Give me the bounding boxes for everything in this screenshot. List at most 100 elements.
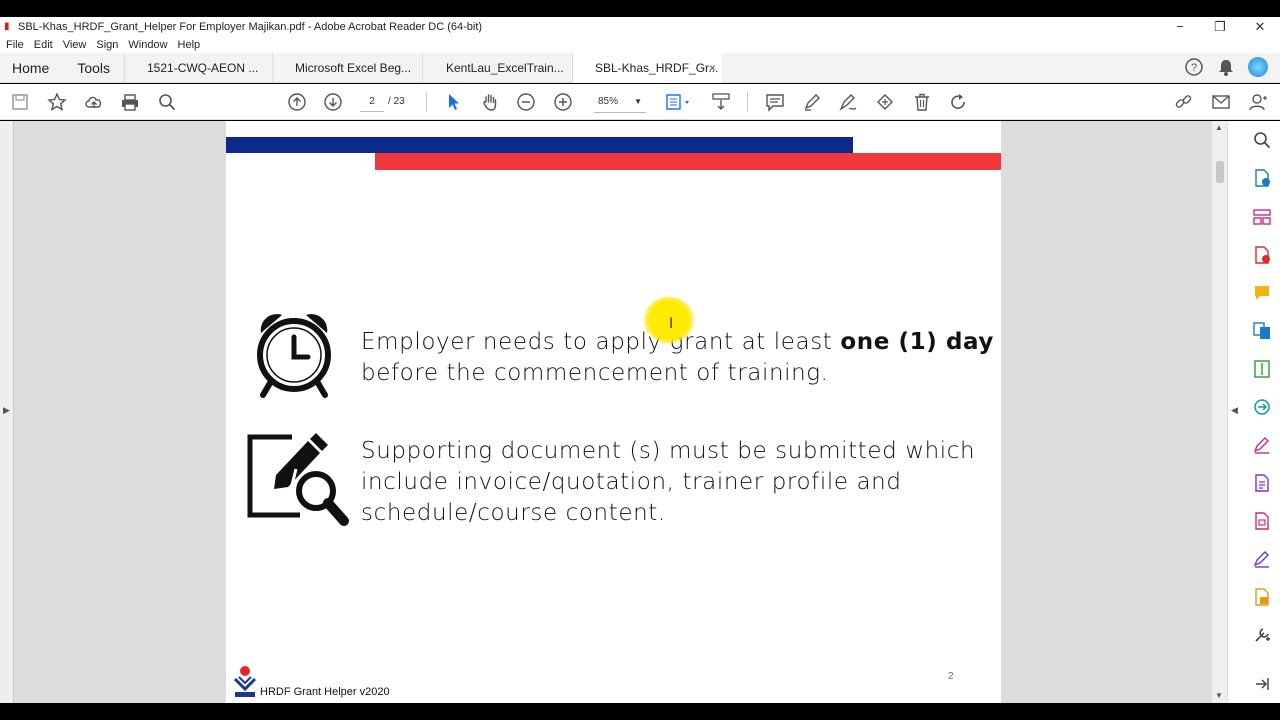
item2-line1: Supporting document (s) must be submitte… <box>361 438 976 464</box>
window-title: SBL-Khas_HRDF_Grant_Helper For Employer … <box>18 20 483 33</box>
previous-page-icon[interactable] <box>287 92 307 112</box>
tab-doc-2[interactable]: Microsoft Excel Beg... <box>272 53 422 83</box>
highlight-pen-icon[interactable] <box>802 92 822 112</box>
help-icon[interactable]: ? <box>1184 57 1204 77</box>
scroll-up-icon[interactable]: ▲ <box>1215 123 1223 132</box>
fit-page-icon[interactable] <box>665 92 693 112</box>
zoom-tool-icon[interactable] <box>1252 130 1272 150</box>
sign-tool-icon[interactable] <box>1252 549 1272 569</box>
notification-bell-icon[interactable] <box>1216 57 1236 77</box>
upload-cloud-icon[interactable] <box>84 92 104 112</box>
page-number-input[interactable]: 2 <box>360 92 384 112</box>
title-bar: ▮ SBL-Khas_HRDF_Grant_Helper For Employe… <box>0 17 1280 36</box>
left-navigation-strip: ▶ <box>0 121 14 703</box>
tab-doc-4-active[interactable]: SBL-Khas_HRDF_Gr... × <box>572 53 722 83</box>
search-icon[interactable] <box>157 92 177 112</box>
page-total: / 23 <box>388 96 405 107</box>
pdf-page: Employer needs to apply grant at least o… <box>226 121 1001 703</box>
item2-line2: include invoice/quotation, trainer profi… <box>361 469 902 495</box>
comment-icon[interactable] <box>765 92 785 112</box>
collapse-panel-icon[interactable] <box>1252 674 1272 694</box>
protect-pdf-icon[interactable] <box>1252 587 1272 607</box>
sign-pen-icon[interactable] <box>838 92 858 112</box>
restore-button[interactable]: ❐ <box>1200 17 1240 36</box>
minimize-button[interactable]: − <box>1160 17 1200 36</box>
scroll-thumb[interactable] <box>1216 161 1224 183</box>
window-controls: − ❐ ✕ <box>1160 17 1280 36</box>
text-cursor-icon: I <box>669 316 674 332</box>
hand-tool-icon[interactable] <box>480 92 500 112</box>
tab-home[interactable]: Home <box>0 53 61 83</box>
item1-line2: before the commencement of training. <box>361 360 829 386</box>
tab-doc-3[interactable]: KentLau_ExcelTrain... <box>422 53 572 83</box>
zoom-in-icon[interactable] <box>553 92 573 112</box>
compare-files-icon[interactable] <box>1252 397 1272 417</box>
form-icon[interactable] <box>1252 511 1272 531</box>
vertical-scrollbar[interactable]: ▲ ▼ <box>1212 121 1227 703</box>
tab-bar: Home Tools 1521-CWQ-AEON ... Microsoft E… <box>0 53 1280 83</box>
tab-tools[interactable]: Tools <box>65 53 122 83</box>
account-avatar[interactable] <box>1248 57 1268 77</box>
item1-bold: one (1) day <box>840 329 995 355</box>
header-red-bar <box>375 153 1001 170</box>
toolbar: 2 / 23 85% ▼ <box>0 84 1280 120</box>
toolbar-divider-2 <box>747 92 748 112</box>
organize-pages-icon[interactable] <box>1252 207 1272 227</box>
page-number-label: 2 <box>948 671 954 682</box>
share-link-icon[interactable] <box>1174 92 1194 112</box>
compress-pdf-icon[interactable] <box>1252 359 1272 379</box>
select-cursor-icon[interactable] <box>443 92 463 112</box>
tab-doc-2-label: Microsoft Excel Beg... <box>295 61 412 75</box>
zoom-level-select[interactable]: 85% ▼ <box>594 92 646 113</box>
fill-sign-icon[interactable] <box>1252 435 1272 455</box>
menu-window[interactable]: Window <box>128 39 167 51</box>
zoom-value: 85% <box>598 96 619 107</box>
bookmark-star-icon[interactable] <box>47 92 67 112</box>
add-user-icon[interactable] <box>1248 92 1268 112</box>
document-viewport[interactable]: ▶ Employer needs to apply grant at least… <box>0 121 1280 703</box>
document-search-pen-icon <box>247 433 349 526</box>
delete-icon[interactable] <box>912 92 932 112</box>
header-blue-bar <box>226 137 853 153</box>
scroll-down-icon[interactable]: ▼ <box>1215 691 1223 700</box>
close-window-button[interactable]: ✕ <box>1240 17 1280 36</box>
screen-bottom-border <box>0 703 1280 720</box>
pdf-icon: ▮ <box>4 20 10 32</box>
export-pdf-icon[interactable] <box>1252 168 1272 188</box>
tab-close-icon[interactable]: × <box>709 53 716 83</box>
svg-text:?: ? <box>1191 62 1197 74</box>
comment-tool-icon[interactable] <box>1252 283 1272 303</box>
collapse-right-panel-icon[interactable]: ◀ <box>1231 405 1238 416</box>
tools-right-panel: ◀ <box>1227 121 1280 703</box>
menu-file[interactable]: File <box>6 39 24 51</box>
toolbar-divider <box>426 92 427 112</box>
create-pdf-icon[interactable] <box>1252 245 1272 265</box>
hrdf-logo-icon <box>234 666 256 697</box>
menu-bar: File Edit View Sign Window Help <box>0 36 1280 53</box>
tab-doc-4-label: SBL-Khas_HRDF_Gr... <box>595 61 719 75</box>
email-icon[interactable] <box>1211 92 1231 112</box>
scroll-mode-icon[interactable] <box>711 92 731 112</box>
expand-left-panel-icon[interactable]: ▶ <box>3 405 10 416</box>
screen-top-border <box>0 0 1280 17</box>
item1-text-a: Employer needs to apply grant at least <box>361 329 841 355</box>
menu-view[interactable]: View <box>63 39 87 51</box>
next-page-icon[interactable] <box>323 92 343 112</box>
menu-help[interactable]: Help <box>178 39 201 51</box>
zoom-out-icon[interactable] <box>516 92 536 112</box>
tab-doc-3-label: KentLau_ExcelTrain... <box>446 61 564 75</box>
tabbar-right-icons: ? <box>1184 57 1268 77</box>
chevron-down-icon: ▼ <box>634 97 642 106</box>
menu-edit[interactable]: Edit <box>34 39 53 51</box>
menu-sign[interactable]: Sign <box>96 39 118 51</box>
stamp-icon[interactable] <box>875 92 895 112</box>
combine-files-icon[interactable] <box>1252 321 1272 341</box>
more-tools-icon[interactable] <box>1252 625 1272 645</box>
save-icon[interactable] <box>10 92 30 112</box>
rotate-icon[interactable] <box>948 92 968 112</box>
tab-doc-1[interactable]: 1521-CWQ-AEON ... <box>124 53 272 83</box>
alarm-clock-icon <box>257 314 331 398</box>
print-icon[interactable] <box>120 92 140 112</box>
item2-line3: schedule/course content. <box>361 500 666 526</box>
edit-pdf-icon[interactable] <box>1252 473 1272 493</box>
